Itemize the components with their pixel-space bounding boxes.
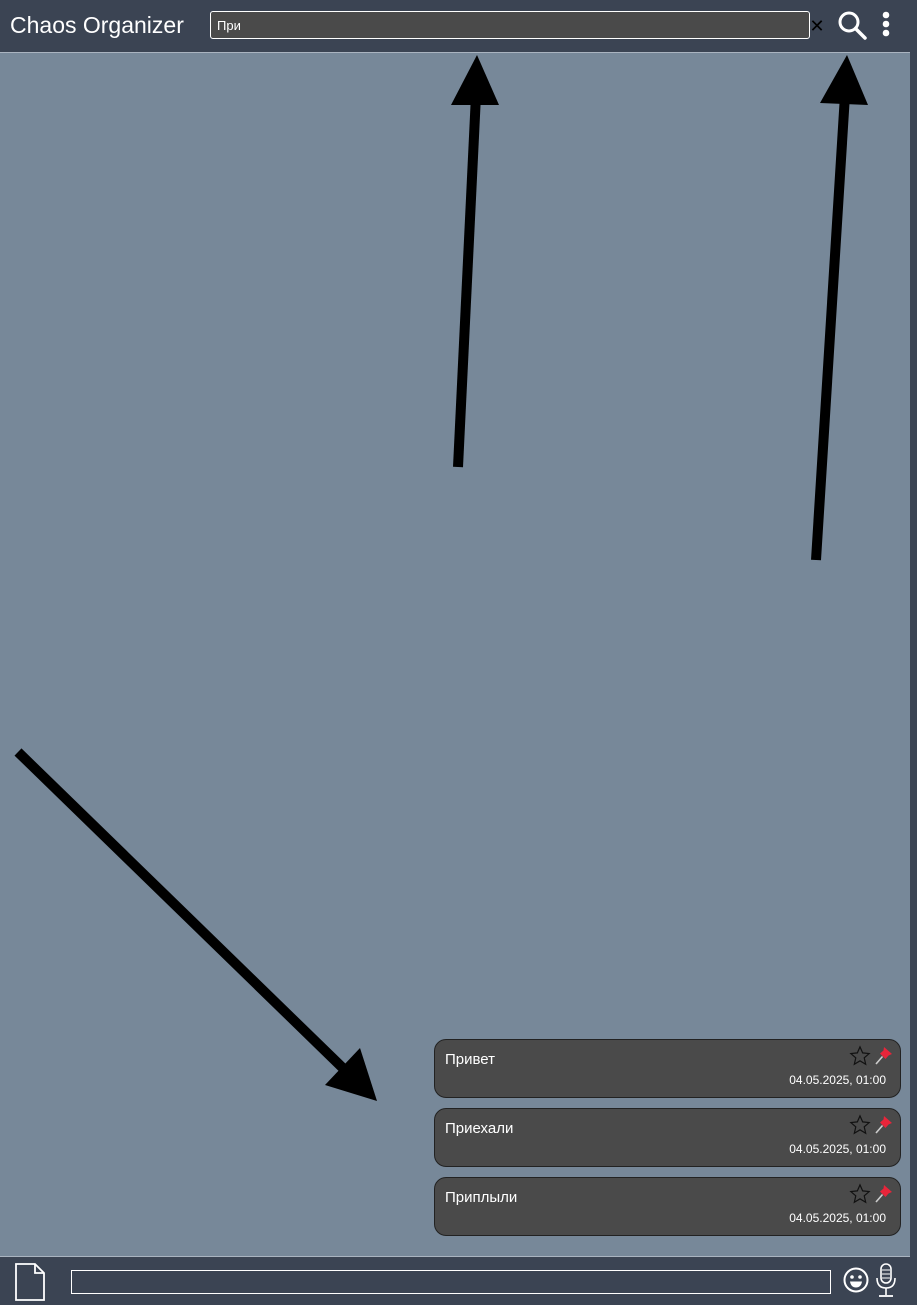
message-card[interactable]: Приплыли 04.05.2025, 01:00: [434, 1177, 901, 1236]
emoji-icon[interactable]: [843, 1267, 869, 1293]
message-text: Приехали: [445, 1120, 514, 1137]
kebab-menu-icon[interactable]: [876, 9, 896, 41]
star-icon[interactable]: [849, 1045, 871, 1067]
message-timestamp: 04.05.2025, 01:00: [789, 1142, 886, 1156]
message-timestamp: 04.05.2025, 01:00: [789, 1211, 886, 1225]
pin-icon[interactable]: [875, 1046, 893, 1066]
star-icon[interactable]: [849, 1114, 871, 1136]
search-icon[interactable]: [836, 9, 868, 41]
pin-icon[interactable]: [875, 1184, 893, 1204]
close-icon[interactable]: ✕: [809, 15, 825, 37]
message-timestamp: 04.05.2025, 01:00: [789, 1073, 886, 1087]
pin-icon[interactable]: [875, 1115, 893, 1135]
search-input[interactable]: [210, 11, 810, 39]
message-card[interactable]: Приехали 04.05.2025, 01:00: [434, 1108, 901, 1167]
window-frame: [910, 0, 917, 1305]
message-text: Приплыли: [445, 1189, 518, 1206]
file-icon[interactable]: [14, 1263, 46, 1301]
message-text: Привет: [445, 1051, 496, 1068]
top-bar: Chaos Organizer ✕: [0, 0, 910, 53]
bottom-bar: [0, 1256, 910, 1305]
message-list: Привет 04.05.2025, 01:00 Приехали 04.05.…: [434, 1039, 901, 1246]
star-icon[interactable]: [849, 1183, 871, 1205]
microphone-icon[interactable]: [875, 1263, 897, 1299]
message-input[interactable]: [71, 1270, 831, 1294]
arrow-to-messages: [14, 748, 354, 1079]
app-title: Chaos Organizer: [10, 12, 184, 38]
arrow-to-search-button: [811, 94, 850, 561]
message-card[interactable]: Привет 04.05.2025, 01:00: [434, 1039, 901, 1098]
arrow-to-search-field: [453, 94, 481, 468]
